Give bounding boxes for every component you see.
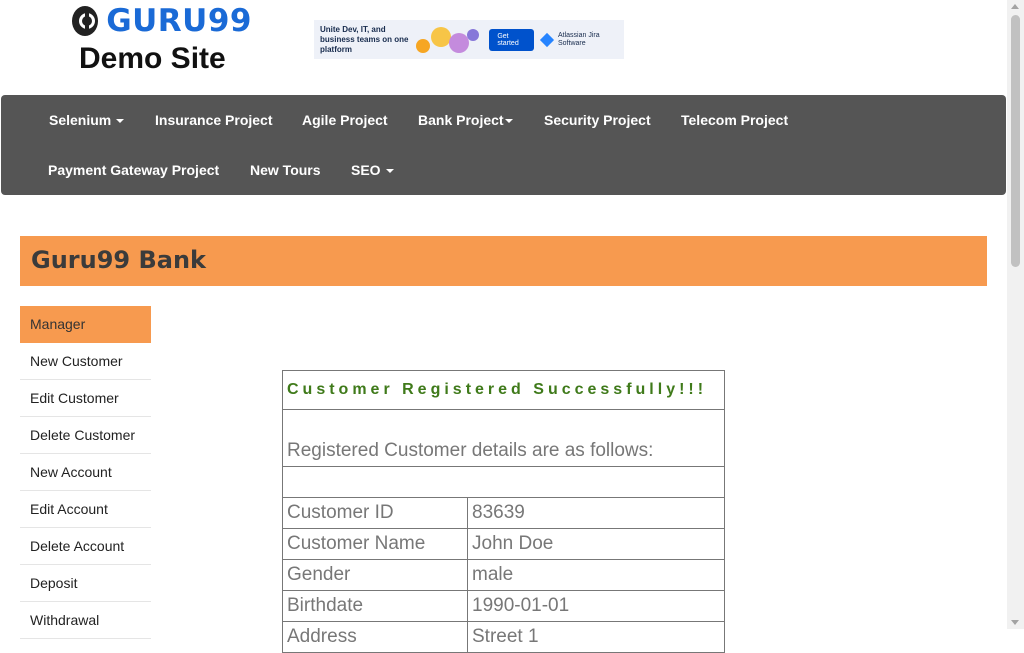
success-message: Customer Registered Successfully!!! <box>282 370 725 410</box>
table-row: Address Street 1 <box>282 621 725 653</box>
nav-payment-gateway-project[interactable]: Payment Gateway Project <box>48 162 219 178</box>
site-branding: GURU99 Demo Site <box>72 3 252 76</box>
nav-seo[interactable]: SEO <box>351 162 394 178</box>
nav-telecom-project[interactable]: Telecom Project <box>681 112 788 128</box>
table-row: Customer ID 83639 <box>282 497 725 529</box>
nav-insurance-project[interactable]: Insurance Project <box>155 112 273 128</box>
guru99-logo[interactable]: GURU99 <box>72 3 252 39</box>
main-navbar: Selenium Insurance Project Agile Project… <box>1 95 1006 195</box>
page-scrollbar[interactable] <box>1007 0 1024 629</box>
chevron-down-icon <box>116 119 125 124</box>
table-row: Customer Registered Successfully!!! <box>282 370 725 410</box>
ad-illustration <box>411 25 480 55</box>
nav-agile-project[interactable]: Agile Project <box>302 112 388 128</box>
scroll-up-arrow-icon[interactable] <box>1011 4 1019 9</box>
customer-details-table: Customer Registered Successfully!!! Regi… <box>282 370 725 653</box>
guru99-logo-icon <box>72 6 99 36</box>
detail-key: Birthdate <box>282 590 468 622</box>
nav-new-tours[interactable]: New Tours <box>250 162 321 178</box>
sidebar-item-new-account[interactable]: New Account <box>20 454 151 491</box>
detail-value: Street 1 <box>467 621 725 653</box>
detail-value: John Doe <box>467 528 725 560</box>
jira-icon <box>539 32 555 47</box>
sidebar-item-edit-account[interactable]: Edit Account <box>20 491 151 528</box>
sidebar-item-withdrawal[interactable]: Withdrawal <box>20 602 151 639</box>
table-row: Gender male <box>282 559 725 591</box>
ad-text: Unite Dev, IT, and business teams on one… <box>320 24 409 54</box>
detail-key: Gender <box>282 559 468 591</box>
sidebar-item-edit-customer[interactable]: Edit Customer <box>20 380 151 417</box>
detail-key: Customer ID <box>282 497 468 529</box>
scrollbar-thumb[interactable] <box>1011 15 1020 267</box>
nav-selenium[interactable]: Selenium <box>49 112 125 128</box>
nav-bank-project[interactable]: Bank Project <box>418 112 513 128</box>
ad-vendor: Atlassian Jira Software <box>539 31 618 48</box>
ad-get-started-button[interactable]: Get started <box>489 28 534 51</box>
sidebar-item-new-customer[interactable]: New Customer <box>20 343 151 380</box>
sidebar-item-deposit[interactable]: Deposit <box>20 565 151 602</box>
detail-value: male <box>467 559 725 591</box>
chevron-down-icon <box>504 119 513 124</box>
details-heading: Registered Customer details are as follo… <box>282 409 725 467</box>
table-row: Birthdate 1990-01-01 <box>282 590 725 622</box>
table-row: Registered Customer details are as follo… <box>282 409 725 467</box>
ad-vendor-label: Atlassian Jira Software <box>558 31 600 47</box>
site-subtitle: Demo Site <box>79 42 226 75</box>
nav-security-project[interactable]: Security Project <box>544 112 651 128</box>
sidebar-item-manager[interactable]: Manager <box>20 306 151 343</box>
bank-header-bar: Guru99 Bank <box>20 236 987 286</box>
table-row <box>282 466 725 498</box>
scroll-down-arrow-icon[interactable] <box>1011 620 1019 625</box>
detail-key: Address <box>282 621 468 653</box>
detail-value: 83639 <box>467 497 725 529</box>
page-title: Guru99 Bank <box>31 246 206 274</box>
advertisement-banner[interactable]: Unite Dev, IT, and business teams on one… <box>314 20 624 59</box>
table-row: Customer Name John Doe <box>282 528 725 560</box>
detail-value: 1990-01-01 <box>467 590 725 622</box>
detail-key: Customer Name <box>282 528 468 560</box>
chevron-down-icon <box>385 169 394 174</box>
sidebar-menu: Manager New Customer Edit Customer Delet… <box>20 306 151 639</box>
sidebar-item-delete-account[interactable]: Delete Account <box>20 528 151 565</box>
logo-text: GURU99 <box>106 3 252 39</box>
sidebar-item-delete-customer[interactable]: Delete Customer <box>20 417 151 454</box>
empty-row <box>282 466 725 498</box>
